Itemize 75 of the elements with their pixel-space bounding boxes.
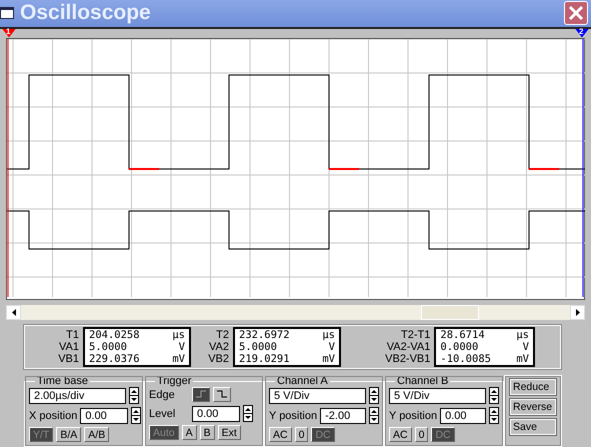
toggle-button[interactable]: B/A [56,427,82,442]
cursor-marker[interactable]: 1 [2,28,16,38]
number-field[interactable]: 0.00 [80,408,128,424]
scroll-left-button[interactable] [6,304,21,320]
number-field[interactable]: -2.00 [320,408,366,424]
readout-unit: mV [516,352,529,365]
readout-label: T1 [66,328,79,341]
toggle-button[interactable]: Ext [218,425,241,440]
rising-edge-icon [196,390,206,398]
readout-unit: µs [322,328,335,341]
toggle-button[interactable]: A/B [84,427,110,442]
field-label: Y position [389,410,438,422]
toggle-button[interactable]: 0 [294,427,308,442]
toggle-button[interactable]: AC [389,427,412,442]
cursor-marker[interactable]: 2 [575,28,589,38]
readout-value: 5.0000 [239,340,277,353]
number-field[interactable]: 2.00µs/div [29,388,126,404]
window-title: Oscilloscope [20,1,152,26]
group-title: Channel A [276,375,329,387]
spin-button[interactable] [131,407,142,424]
readout-unit: mV [172,352,185,365]
number-field[interactable]: 0.00 [192,406,240,422]
edge-button[interactable] [192,387,210,402]
action-button[interactable]: Reduce [510,379,556,395]
window-icon [0,7,14,20]
close-icon [568,5,584,22]
toggle-button[interactable]: A [182,425,197,440]
spin-button[interactable] [489,387,499,404]
readout-value: 204.0258 [89,328,140,341]
spin-button[interactable] [129,387,139,404]
readout-label: VA2 [209,340,229,353]
toggle-button[interactable]: B [200,425,215,440]
readout-value: 232.6972 [239,328,290,341]
field-label: Edge [149,388,176,400]
readout-unit: µs [172,328,185,341]
readout-unit: mV [322,352,335,365]
readout-label: VA2-VA1 [386,340,430,353]
scrollbar[interactable] [6,304,585,320]
close-button[interactable] [564,1,588,26]
edge-button[interactable] [213,387,231,402]
scroll-thumb[interactable] [421,304,479,320]
number-field[interactable]: 0.00 [440,408,486,424]
toggle-button[interactable]: AC [269,427,292,442]
field-label: Y position [269,410,318,422]
action-button[interactable]: Reverse [510,399,556,415]
readout-label: VB2 [208,352,229,365]
readout-label: VB2-VB1 [385,352,430,365]
spin-button[interactable] [243,405,253,422]
readout-unit: µs [516,328,529,341]
right-arrow-icon [576,308,580,316]
falling-edge-icon [217,390,227,398]
action-button[interactable]: Save [510,419,556,435]
scroll-right-button[interactable] [570,304,585,320]
field-label: X position [29,410,78,422]
readout-value: 28.6714 [440,328,485,341]
left-arrow-icon [12,308,16,316]
spin-button[interactable] [369,407,380,424]
readout-value: -10.0085 [440,352,491,365]
readout-unit: V [522,340,529,353]
number-field[interactable]: 5 V/Div [269,388,366,404]
readout-label: VA1 [59,340,79,353]
toggle-button[interactable]: 0 [414,427,428,442]
spin-button[interactable] [369,387,379,404]
field-label: Level [149,408,176,420]
readout-value: 229.0376 [89,352,140,365]
readout-label: T2-T1 [401,328,430,341]
readout-unit: V [328,340,335,353]
readout-value: 5.0000 [89,340,127,353]
readout-value: 0.0000 [440,340,478,353]
readout-value: 219.0291 [239,352,290,365]
readout-label: T2 [216,328,229,341]
readout-label: VB1 [58,352,79,365]
readout-unit: V [178,340,185,353]
spin-button[interactable] [489,407,500,424]
number-field[interactable]: 5 V/Div [389,388,486,404]
